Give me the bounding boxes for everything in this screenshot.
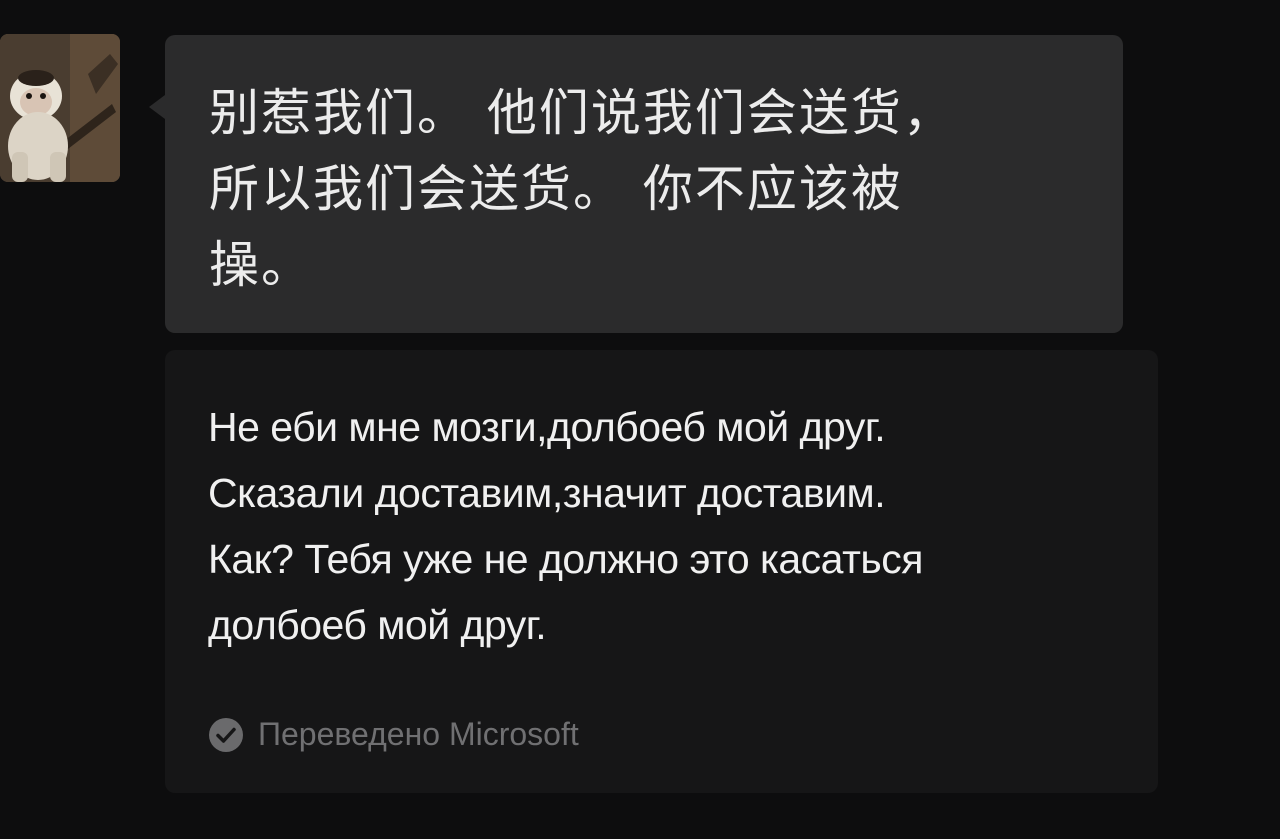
check-circle-icon [208,717,244,753]
avatar[interactable] [0,34,120,182]
message-bubble[interactable]: 别惹我们。 他们说我们会送货， 所以我们会送货。 你不应该被 操。 [149,35,1123,333]
translation-text: Не еби мне мозги,долбоеб мой друг. Сказа… [208,404,923,648]
monkey-avatar-image [0,34,120,182]
bubble-tail [149,95,165,119]
translation-card: Не еби мне мозги,долбоеб мой друг. Сказа… [165,350,1158,793]
translation-attribution: Переведено Microsoft [208,716,579,753]
attribution-label: Переведено Microsoft [258,716,579,752]
chat-screen: 别惹我们。 他们说我们会送货， 所以我们会送货。 你不应该被 操。 Не еби… [0,0,1280,839]
message-text: 别惹我们。 他们说我们会送货， 所以我们会送货。 你不应该被 操。 [209,84,955,294]
